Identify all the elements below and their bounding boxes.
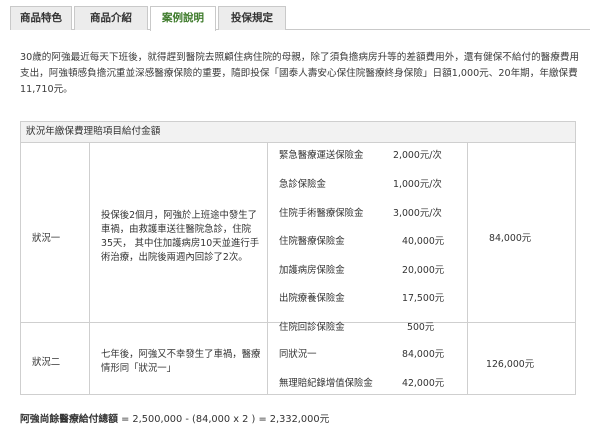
tab-bar: 商品特色 商品介紹 案例說明 投保規定 [10,6,590,31]
tab-case-study[interactable]: 案例說明 [150,6,216,31]
case-total: 126,000元 [486,359,535,370]
item-label: 無理賠紀錄增值保險金 [279,378,373,389]
divider [267,143,268,395]
case-description: 七年後，阿強又不幸發生了車禍，醫療情形同「狀況一」 [101,349,261,374]
item-label: 出院療養保險金 [279,293,345,304]
item-amount: 20,000元 [402,265,445,276]
case-total: 84,000元 [489,233,532,244]
item-label: 住院回診保險金 [279,322,345,333]
item-label: 同狀況一 [279,349,317,360]
tab-enrollment-rules[interactable]: 投保規定 [218,6,286,30]
item-label: 急診保險金 [279,179,326,190]
item-amount: 42,000元 [402,378,445,389]
item-amount: 1,000元/次 [393,179,442,190]
item-label: 住院醫療保險金 [279,236,345,247]
item-label: 住院手術醫療保險金 [279,208,364,219]
remaining-benefit-total: 阿強尚餘醫療給付總額 = 2,500,000 - (84,000 x 2 ) =… [20,411,329,425]
claims-table: 狀況年繳保費理賠項目給付金額 狀況一 投保後2個月，阿強於上班途中發生了車禍，由… [20,121,576,395]
item-amount: 2,000元/次 [393,150,442,161]
case-name: 狀況二 [32,357,61,368]
item-amount: 500元 [407,322,435,333]
item-amount: 84,000元 [402,349,445,360]
divider [467,143,468,395]
item-amount: 17,500元 [402,293,445,304]
item-amount: 3,000元/次 [393,208,442,219]
total-formula: = 2,500,000 - (84,000 x 2 ) = 2,332,000元 [117,414,330,425]
tab-product-intro[interactable]: 商品介紹 [74,6,148,30]
table-heading: 狀況年繳保費理賠項目給付金額 [21,122,575,143]
case-name: 狀況一 [32,233,61,244]
item-amount: 40,000元 [402,236,445,247]
intro-paragraph: 30歲的阿強最近每天下班後，就得趕到醫院去照顧住病住院的母親，除了須負擔病房升等… [20,52,580,95]
item-label: 緊急醫療運送保險金 [279,150,364,161]
case-description: 投保後2個月，阿強於上班途中發生了車禍，由救護車送往醫院急診，住院35天， 其中… [101,210,260,263]
total-label: 阿強尚餘醫療給付總額 [20,414,118,425]
divider [89,143,90,395]
item-label: 加護病房保險金 [279,265,345,276]
tab-product-features[interactable]: 商品特色 [10,6,72,30]
